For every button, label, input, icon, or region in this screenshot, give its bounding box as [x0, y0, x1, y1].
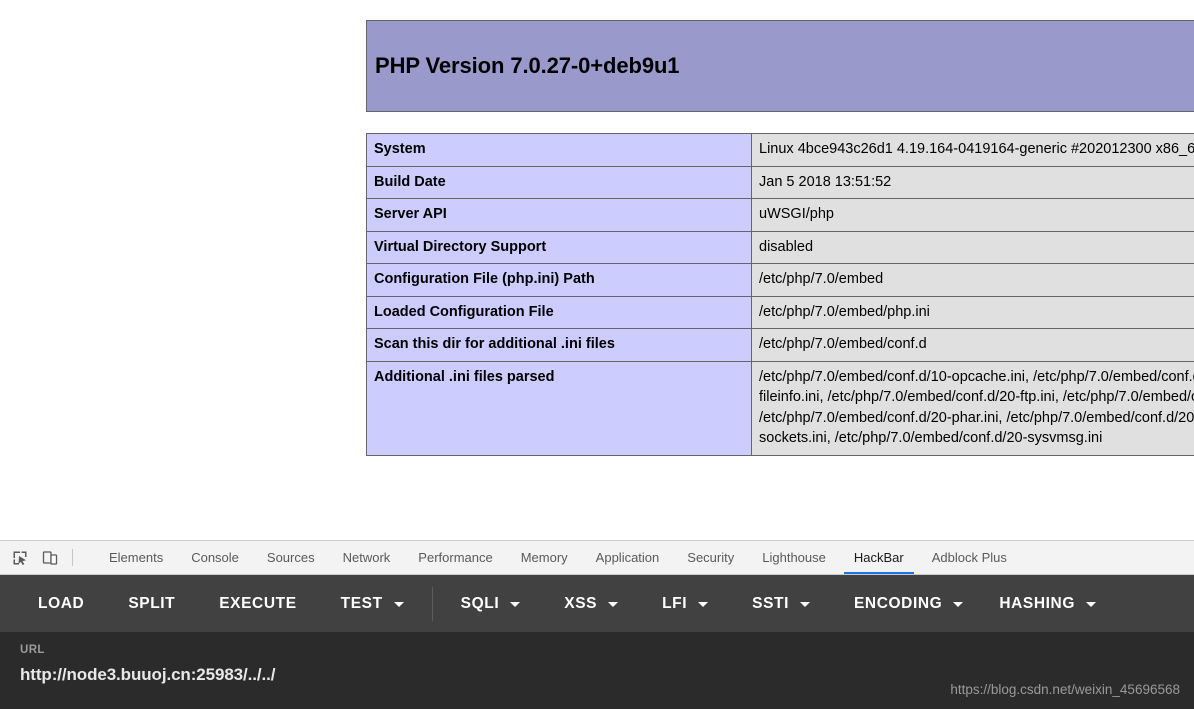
sqli-menu-button[interactable]: SQLI: [449, 587, 533, 621]
row-value: Linux 4bce943c26d1 4.19.164-0419164-gene…: [751, 133, 1194, 167]
chevron-down-icon: [1086, 602, 1097, 607]
load-button[interactable]: LOAD: [26, 587, 96, 621]
devtools-panel: Elements Console Sources Network Perform…: [0, 540, 1194, 709]
ssti-menu-label: SSTI: [752, 594, 789, 612]
row-value: Jan 5 2018 13:51:52: [751, 165, 1194, 199]
devtools-tool-icons: [0, 541, 84, 574]
tab-label: Lighthouse: [762, 550, 826, 565]
tab-adblock-plus[interactable]: Adblock Plus: [918, 541, 1021, 574]
encoding-menu-button[interactable]: ENCODING: [842, 587, 975, 621]
tab-label: Memory: [520, 550, 568, 565]
phpinfo-table-body: System Linux 4bce943c26d1 4.19.164-04191…: [366, 133, 1194, 456]
table-row: Build Date Jan 5 2018 13:51:52: [366, 165, 1194, 199]
row-key: Configuration File (php.ini) Path: [366, 263, 752, 297]
lfi-menu-button[interactable]: LFI: [650, 587, 720, 621]
encoding-menu-label: ENCODING: [853, 594, 943, 612]
watermark-text: https://blog.csdn.net/weixin_45696568: [950, 682, 1180, 697]
tab-label: Adblock Plus: [931, 550, 1007, 565]
tab-network[interactable]: Network: [329, 541, 405, 574]
tab-elements[interactable]: Elements: [95, 541, 177, 574]
test-menu-label: TEST: [340, 594, 383, 612]
table-row: Server API uWSGI/php: [366, 198, 1194, 232]
xss-menu-label: XSS: [564, 594, 598, 612]
tab-memory[interactable]: Memory: [507, 541, 582, 574]
ssti-menu-button[interactable]: SSTI: [740, 587, 822, 621]
hackbar-url-panel: URL http://node3.buuoj.cn:25983/../../ h…: [0, 632, 1194, 709]
tab-sources[interactable]: Sources: [253, 541, 329, 574]
page-title: PHP Version 7.0.27-0+deb9u1: [375, 53, 680, 78]
lfi-menu-label: LFI: [662, 594, 688, 612]
chevron-down-icon: [608, 602, 619, 607]
chevron-down-icon: [698, 602, 709, 607]
devtools-tab-list: Elements Console Sources Network Perform…: [84, 541, 1021, 574]
table-row: Additional .ini files parsed /etc/php/7.…: [366, 360, 1194, 456]
tab-label: Security: [687, 550, 735, 565]
execute-button[interactable]: EXECUTE: [207, 587, 308, 621]
execute-button-label: EXECUTE: [219, 594, 297, 612]
tab-label: Network: [342, 550, 391, 565]
tab-hackbar[interactable]: HackBar: [840, 541, 918, 574]
row-key: System: [366, 133, 752, 167]
sqli-menu-label: SQLI: [460, 594, 500, 612]
table-row: System Linux 4bce943c26d1 4.19.164-04191…: [366, 133, 1194, 167]
tab-lighthouse[interactable]: Lighthouse: [748, 541, 840, 574]
tab-security[interactable]: Security: [673, 541, 748, 574]
xss-menu-button[interactable]: XSS: [552, 587, 630, 621]
chevron-down-icon: [799, 602, 810, 607]
inspect-element-icon[interactable]: [10, 548, 30, 568]
row-key: Additional .ini files parsed: [366, 360, 752, 456]
chevron-down-icon: [393, 602, 404, 607]
devtools-tabbar: Elements Console Sources Network Perform…: [0, 540, 1194, 575]
screen: PHP Version 7.0.27-0+deb9u1 System Linux…: [0, 0, 1194, 709]
tab-label: Sources: [266, 550, 315, 565]
row-value: /etc/php/7.0/embed/conf.d/10-opcache.ini…: [751, 360, 1194, 456]
row-key: Scan this dir for additional .ini files: [366, 328, 752, 362]
browser-viewport: PHP Version 7.0.27-0+deb9u1 System Linux…: [0, 0, 1194, 540]
test-menu-button[interactable]: TEST: [329, 587, 416, 621]
load-button-label: LOAD: [38, 594, 85, 612]
row-value: /etc/php/7.0/embed/php.ini: [751, 295, 1194, 329]
split-button[interactable]: SPLIT: [116, 587, 187, 621]
url-field-label: URL: [20, 644, 45, 656]
hashing-menu-label: HASHING: [999, 594, 1076, 612]
tab-label: Performance: [418, 550, 493, 565]
row-value: /etc/php/7.0/embed: [751, 263, 1194, 297]
hackbar-divider: [431, 586, 433, 621]
row-value: uWSGI/php: [751, 198, 1194, 232]
table-row: Loaded Configuration File /etc/php/7.0/e…: [366, 295, 1194, 329]
row-value: /etc/php/7.0/embed/conf.d: [751, 328, 1194, 362]
tab-console[interactable]: Console: [177, 541, 253, 574]
toolbar-divider: [72, 549, 73, 566]
split-button-label: SPLIT: [128, 594, 176, 612]
chevron-down-icon: [510, 602, 521, 607]
table-row: Virtual Directory Support disabled: [366, 230, 1194, 264]
phpinfo-content: PHP Version 7.0.27-0+deb9u1 System Linux…: [366, 0, 1194, 456]
table-row: Configuration File (php.ini) Path /etc/p…: [366, 263, 1194, 297]
row-key: Virtual Directory Support: [366, 230, 752, 264]
tab-label: Application: [595, 550, 660, 565]
device-toolbar-icon[interactable]: [40, 548, 60, 568]
tab-label: Console: [191, 550, 239, 565]
table-row: Scan this dir for additional .ini files …: [366, 328, 1194, 362]
php-version-banner: PHP Version 7.0.27-0+deb9u1: [366, 20, 1194, 112]
hackbar-toolbar: LOAD SPLIT EXECUTE TEST SQLI XSS LFI SST…: [0, 575, 1194, 632]
row-key: Loaded Configuration File: [366, 295, 752, 329]
row-key: Server API: [366, 198, 752, 232]
tab-application[interactable]: Application: [582, 541, 674, 574]
chevron-down-icon: [953, 602, 964, 607]
hashing-menu-button[interactable]: HASHING: [987, 587, 1108, 621]
tab-performance[interactable]: Performance: [404, 541, 506, 574]
tab-label: Elements: [109, 550, 164, 565]
row-key: Build Date: [366, 165, 752, 199]
row-value: disabled: [751, 230, 1194, 264]
phpinfo-table: System Linux 4bce943c26d1 4.19.164-04191…: [366, 133, 1194, 456]
tab-label: HackBar: [853, 550, 904, 565]
